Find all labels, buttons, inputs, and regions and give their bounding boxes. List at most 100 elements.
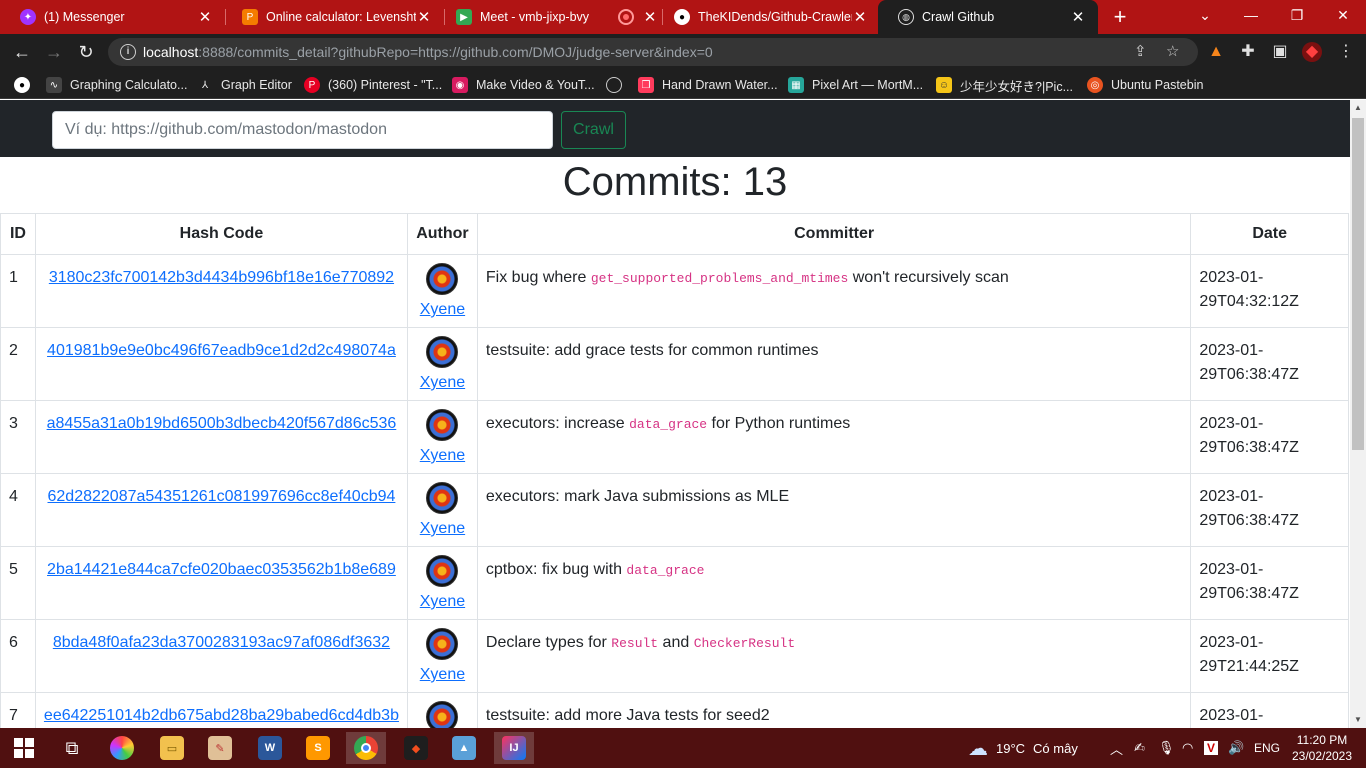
bookmark-pixel-art[interactable]: ▦ Pixel Art — MortM...: [788, 76, 923, 94]
taskbar-app-figma[interactable]: ◆: [396, 732, 436, 764]
forward-button[interactable]: →: [42, 40, 66, 64]
commit-hash-cell: a8455a31a0b19bd6500b3dbecb420f567d86c536: [34, 400, 408, 474]
message-text: executors: mark Java submissions as MLE: [485, 488, 790, 505]
address-bar[interactable]: i localhost:8888/commits_detail?githubRe…: [108, 38, 1198, 66]
taskbar-app-sublime[interactable]: S: [298, 732, 338, 764]
antivirus-icon[interactable]: V: [1204, 728, 1219, 768]
maximize-button[interactable]: ❐: [1274, 0, 1320, 34]
scroll-up-arrow-icon[interactable]: ▲: [1350, 100, 1366, 116]
new-tab-button[interactable]: +: [1107, 4, 1133, 30]
recording-icon: [618, 9, 634, 25]
crawl-button[interactable]: Crawl: [561, 111, 626, 149]
menu-icon[interactable]: ⋮: [1336, 42, 1356, 62]
commit-message: executors: increase data_grace for Pytho…: [476, 400, 1192, 474]
start-button[interactable]: [4, 732, 44, 764]
bookmark-pixiv[interactable]: ☺ 少年少女好き?|Pic...: [936, 76, 1073, 94]
profile-avatar[interactable]: ◆: [1302, 42, 1322, 62]
commit-hash-link[interactable]: 62d2822087a54351261c081997696cc8ef40cb94: [48, 488, 396, 505]
volume-icon[interactable]: 🔊: [1228, 728, 1244, 768]
tab-messenger[interactable]: ✦ (1) Messenger ✕: [0, 0, 225, 34]
author-link[interactable]: Xyene: [420, 666, 465, 683]
tab-crawl-github[interactable]: ◍ Crawl Github ✕: [878, 0, 1098, 34]
close-icon[interactable]: ✕: [416, 8, 432, 26]
bookmark-hand-drawn-water[interactable]: ❒ Hand Drawn Water...: [638, 76, 778, 94]
vertical-scrollbar[interactable]: ▲ ▼: [1350, 100, 1366, 728]
close-icon[interactable]: ✕: [852, 8, 868, 26]
avatar: [426, 409, 459, 441]
tab-meet[interactable]: ▶ Meet - vmb-jixp-bvy: [436, 0, 606, 34]
task-view-button[interactable]: ⧉: [52, 732, 92, 764]
commit-hash-link[interactable]: 8bda48f0afa23da3700283193ac97af086df3632: [53, 634, 390, 651]
date-line: 29T06:38:47Z: [1199, 585, 1299, 602]
author-link[interactable]: Xyene: [420, 520, 465, 537]
avatar: [426, 336, 459, 368]
bookmark-ubuntu-pastebin[interactable]: ◎ Ubuntu Pastebin: [1087, 76, 1203, 94]
close-window-button[interactable]: ✕: [1320, 0, 1366, 34]
weather-widget[interactable]: ☁ 19°C Có mây: [968, 728, 1078, 768]
repo-url-input[interactable]: [52, 111, 553, 149]
site-info-icon[interactable]: i: [120, 44, 136, 60]
tab-github-crawler[interactable]: ● TheKIDends/Github-Crawler ✕: [654, 0, 880, 34]
extensions-icon[interactable]: ✚: [1238, 42, 1258, 62]
commit-hash-link[interactable]: 401981b9e9e0bc496f67eadb9ce1d2d2c498074a: [47, 342, 396, 359]
minimize-button[interactable]: —: [1228, 0, 1274, 34]
tab-search-icon[interactable]: ⌄: [1182, 0, 1228, 34]
windows-taskbar: ⧉ ▭ ✎ W S ◆ ▲ IJ ☁ 19°C Có mây ︿ ✍ 🎙 ◠ V…: [0, 728, 1366, 768]
taskbar-app-paint[interactable]: ✎: [200, 732, 240, 764]
language-indicator[interactable]: ENG: [1254, 728, 1280, 768]
scroll-down-arrow-icon[interactable]: ▼: [1350, 712, 1366, 728]
github-icon: ●: [14, 77, 30, 93]
taskbar-app-word[interactable]: W: [250, 732, 290, 764]
reload-button[interactable]: ↻: [74, 40, 98, 64]
column-header-committer: Committer: [476, 213, 1192, 255]
bookmark-graphing-calculator[interactable]: ∿ Graphing Calculato...: [46, 76, 187, 94]
bookmark-globe[interactable]: [606, 76, 630, 94]
pen-icon[interactable]: ✍: [1134, 728, 1145, 768]
taskbar-app-chrome[interactable]: [346, 732, 386, 764]
date-line: 2023-01-: [1199, 269, 1264, 286]
author-cell: Xyene: [406, 619, 478, 693]
commit-hash-link[interactable]: 2ba14421e844ca7cfe020baec0353562b1b8e689: [47, 561, 396, 578]
bookmark-graph-editor[interactable]: ⅄ Graph Editor: [197, 76, 292, 94]
author-link[interactable]: Xyene: [420, 447, 465, 464]
author-link[interactable]: Xyene: [420, 593, 465, 610]
tab-recording[interactable]: ✕: [598, 0, 660, 34]
close-icon[interactable]: ✕: [1070, 8, 1086, 26]
commit-id: 5: [0, 546, 36, 620]
author-link[interactable]: Xyene: [420, 301, 465, 318]
avatar: [426, 628, 459, 660]
taskbar-app-file-explorer[interactable]: ▭: [152, 732, 192, 764]
taskbar-app-photos[interactable]: ▲: [444, 732, 484, 764]
cloud-icon: ☁: [968, 737, 988, 760]
message-text: executors: increase: [485, 415, 630, 432]
tab-levenshtein[interactable]: P Online calculator: Levenshtein ✕: [222, 0, 444, 34]
metamask-icon[interactable]: ▲: [1206, 42, 1226, 62]
commit-hash-link[interactable]: ee642251014b2db675abd28ba29babed6cd4db3b: [44, 707, 399, 724]
commit-hash-link[interactable]: a8455a31a0b19bd6500b3dbecb420f567d86c536: [47, 415, 397, 432]
taskbar-app-canva[interactable]: [102, 732, 142, 764]
bookmark-github[interactable]: ●: [14, 76, 38, 94]
meet-icon: ▶: [456, 9, 472, 25]
commit-hash-link[interactable]: 3180c23fc700142b3d4434b996bf18e16e770892: [49, 269, 394, 286]
back-button[interactable]: ←: [10, 40, 34, 64]
bookmark-star-icon[interactable]: ☆: [1166, 42, 1179, 60]
bookmark-make-video[interactable]: ◉ Make Video & YouT...: [452, 76, 595, 94]
clock[interactable]: 11:20 PM 23/02/2023: [1284, 732, 1360, 764]
scrollbar-thumb[interactable]: [1352, 118, 1364, 450]
avatar: [426, 482, 459, 514]
figma-icon: ◆: [404, 736, 428, 760]
author-link[interactable]: Xyene: [420, 374, 465, 391]
close-icon[interactable]: ✕: [197, 8, 213, 26]
commit-date: 2023-01- 29T06:38:47Z: [1190, 473, 1349, 547]
show-hidden-icons-button[interactable]: ︿: [1110, 728, 1123, 768]
wifi-icon[interactable]: ◠: [1182, 728, 1193, 768]
page-title: Commits: 13: [562, 160, 788, 204]
microphone-icon[interactable]: 🎙: [1158, 728, 1175, 768]
share-icon[interactable]: ⇪: [1134, 42, 1147, 60]
side-panel-icon[interactable]: ▣: [1270, 42, 1290, 62]
commit-hash-cell: 8bda48f0afa23da3700283193ac97af086df3632: [34, 619, 408, 693]
bookmark-pinterest[interactable]: P (360) Pinterest - "T...: [304, 76, 442, 94]
url-text[interactable]: localhost:8888/commits_detail?githubRepo…: [143, 44, 713, 60]
pinterest-icon: P: [304, 77, 320, 93]
taskbar-app-intellij[interactable]: IJ: [494, 732, 534, 764]
